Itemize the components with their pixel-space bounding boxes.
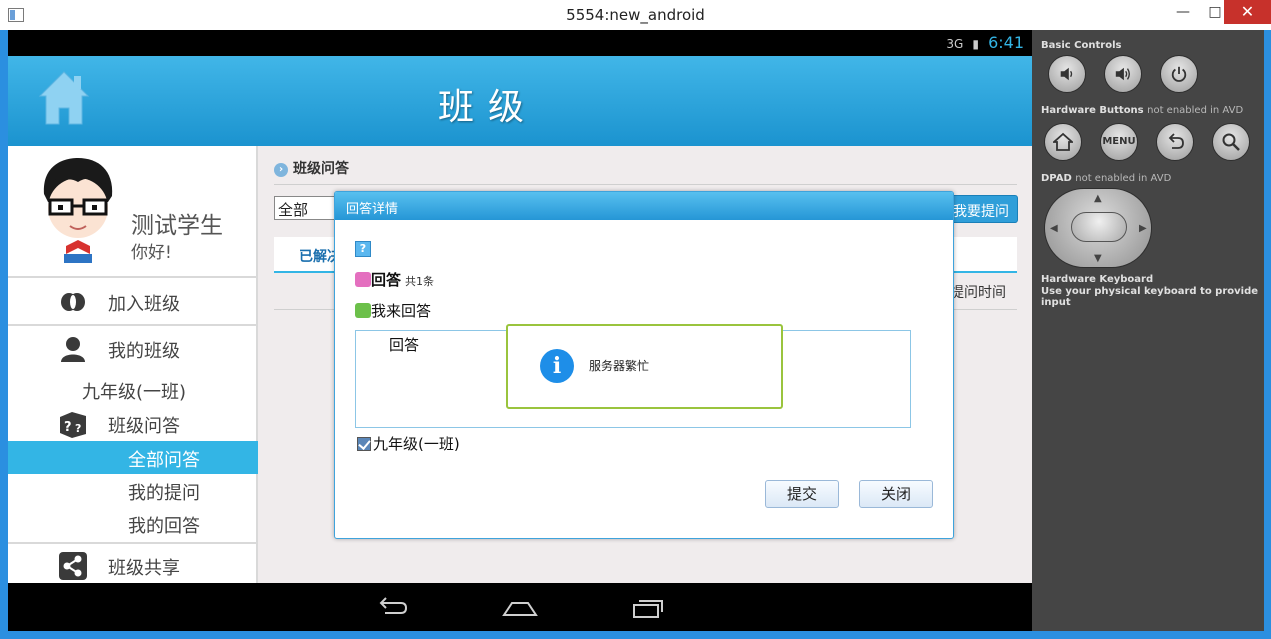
sidebar-item-my-class[interactable]: 我的班级	[8, 327, 258, 371]
answers-count: 共1条	[405, 275, 435, 288]
answers-title: 回答	[371, 271, 402, 289]
sidebar-item-label: 班级共享	[108, 558, 180, 579]
class-checkbox[interactable]	[357, 437, 371, 451]
back-arrow-icon	[1168, 133, 1184, 149]
answers-header: 回答 共1条	[355, 269, 434, 291]
recent-apps-icon[interactable]	[631, 595, 667, 619]
power-button[interactable]	[1160, 55, 1198, 93]
window-titlebar: 5554:new_android — □ ✕	[0, 0, 1271, 30]
dpad-text: DPAD	[1041, 173, 1072, 184]
sidebar: 测试学生 你好! 加入班级 我的班级 九年级(一班) ? ? 班级问答 全部问答…	[8, 146, 258, 583]
section-title-text: 班级问答	[293, 161, 349, 177]
sidebar-item-label: 加入班级	[108, 294, 180, 315]
answer-text: 回答	[389, 336, 420, 354]
divider	[274, 184, 1017, 185]
profile-card: 测试学生 你好!	[8, 146, 258, 278]
volume-up-icon	[1115, 67, 1130, 81]
hardware-buttons-label: Hardware Buttons not enabled in AVD	[1041, 105, 1243, 116]
dpad-label: DPAD not enabled in AVD	[1041, 173, 1171, 184]
dpad-up-icon[interactable]: ▲	[1094, 193, 1102, 204]
dialog-title: 回答详情	[346, 202, 399, 217]
status-bar: 3G ▮ 6:41	[8, 30, 1032, 56]
info-icon: i	[540, 349, 574, 383]
dialog-titlebar: 回答详情	[335, 192, 953, 220]
android-nav-bar	[8, 583, 1032, 631]
hardware-keyboard-label: Hardware Keyboard	[1041, 274, 1154, 285]
dpad-center-button[interactable]	[1071, 212, 1127, 242]
sidebar-item-label: 我的班级	[108, 341, 180, 362]
my-answer-label: 我来回答	[371, 302, 432, 320]
sidebar-subitem-all-qa[interactable]: 全部问答	[8, 441, 258, 474]
class-checkbox-label: 九年级(一班)	[373, 435, 460, 453]
close-window-button[interactable]: ✕	[1224, 0, 1271, 24]
server-busy-toast: i 服务器繁忙	[506, 324, 783, 409]
hw-back-button[interactable]	[1156, 123, 1194, 161]
section-title: › 班级问答	[274, 158, 349, 178]
page-title: 班级	[437, 87, 538, 128]
hw-buttons-note: not enabled in AVD	[1147, 105, 1244, 116]
user-icon	[61, 337, 85, 362]
hw-search-button[interactable]	[1212, 123, 1250, 161]
sidebar-item-class-name[interactable]: 九年级(一班)	[82, 378, 186, 404]
hardware-keyboard-note: Use your physical keyboard to provide in…	[1041, 286, 1259, 308]
basic-controls-label: Basic Controls	[1041, 40, 1122, 51]
question-box-icon: ? ?	[60, 412, 86, 438]
my-answer-header: 我来回答	[355, 300, 431, 321]
signal-icon: 3G	[946, 37, 964, 51]
volume-down-button[interactable]	[1048, 55, 1086, 93]
sidebar-subitem-my-questions[interactable]: 我的提问	[8, 474, 258, 507]
clock: 6:41	[988, 33, 1024, 52]
submit-button[interactable]: 提交	[765, 480, 839, 508]
sidebar-item-label: 班级问答	[108, 416, 180, 437]
sidebar-subitem-label: 全部问答	[128, 450, 200, 471]
sidebar-subitem-my-answers[interactable]: 我的回答	[8, 507, 258, 540]
svg-text:?: ?	[64, 420, 72, 435]
sidebar-item-class-qa[interactable]: ? ? 班级问答	[8, 402, 258, 446]
question-icon: ?	[355, 241, 371, 257]
sidebar-subitem-label: 我的回答	[128, 516, 200, 537]
join-class-icon	[61, 293, 85, 311]
emulator-controls-panel: Basic Controls Hardware Buttons not enab…	[1032, 30, 1264, 631]
hw-menu-button[interactable]: MENU	[1100, 123, 1138, 161]
class-checkbox-row[interactable]: 九年级(一班)	[357, 433, 460, 454]
hw-buttons-text: Hardware Buttons	[1041, 105, 1144, 116]
sidebar-item-class-share[interactable]: 班级共享	[8, 544, 258, 588]
greeting-text: 你好!	[131, 243, 172, 263]
dpad-right-icon[interactable]: ▶	[1139, 223, 1147, 234]
volume-up-button[interactable]	[1104, 55, 1142, 93]
column-header-ask-time: 提问时间	[950, 285, 1006, 301]
emulator-window: 5554:new_android — □ ✕ 3G ▮ 6:41 班级 测试学生…	[0, 0, 1271, 639]
window-title: 5554:new_android	[566, 6, 705, 24]
toast-message: 服务器繁忙	[589, 359, 650, 373]
search-icon	[1222, 133, 1240, 151]
divider	[8, 324, 258, 326]
dpad-down-icon[interactable]: ▼	[1094, 253, 1102, 264]
chevron-right-icon: ›	[274, 163, 288, 177]
student-name: 测试学生	[131, 213, 223, 239]
close-dialog-button[interactable]: 关闭	[859, 480, 933, 508]
chat-bubble-icon	[355, 272, 371, 287]
back-icon[interactable]	[373, 595, 409, 619]
home-outline-icon	[1051, 132, 1075, 151]
power-icon	[1171, 66, 1187, 82]
sidebar-subitem-label: 我的提问	[128, 483, 200, 504]
volume-down-icon	[1060, 67, 1073, 81]
dpad-left-icon[interactable]: ◀	[1050, 223, 1058, 234]
home-nav-icon[interactable]	[502, 595, 538, 619]
dpad-note: not enabled in AVD	[1075, 173, 1172, 184]
share-icon	[59, 552, 87, 580]
app-header: 班级	[8, 56, 1032, 146]
sidebar-item-join-class[interactable]: 加入班级	[8, 280, 258, 324]
chat-bubble-icon	[355, 303, 371, 318]
hw-home-button[interactable]	[1044, 123, 1082, 161]
dpad-control[interactable]: ▲ ▼ ◀ ▶	[1044, 188, 1152, 268]
avatar	[43, 158, 113, 263]
battery-icon: ▮	[972, 37, 979, 51]
svg-text:?: ?	[75, 422, 81, 435]
